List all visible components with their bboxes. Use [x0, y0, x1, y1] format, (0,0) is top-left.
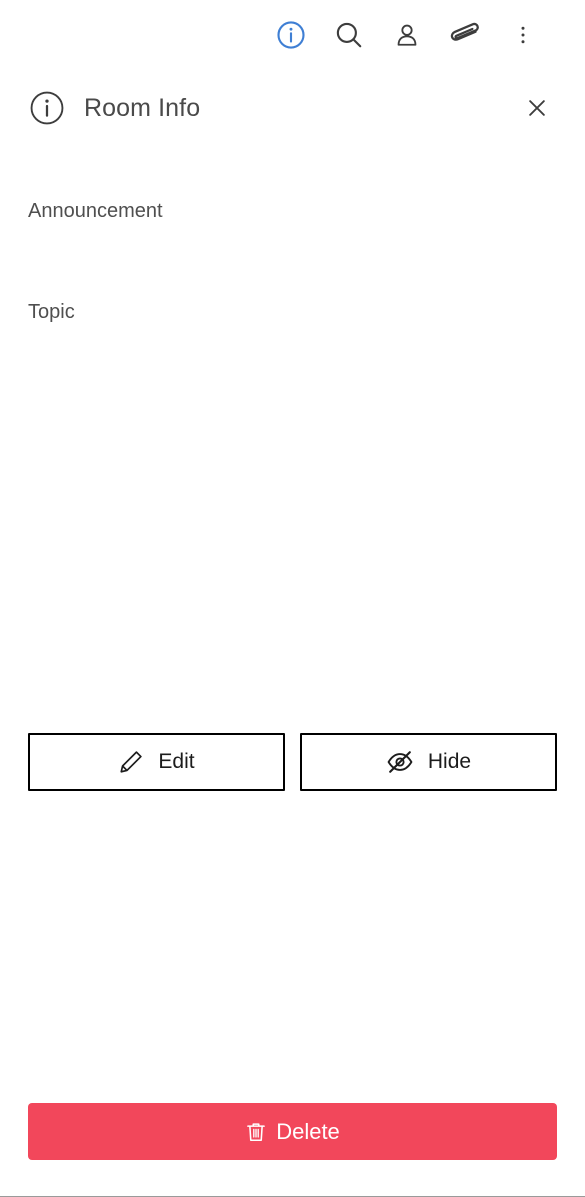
- toolbar-item-room-info[interactable]: [269, 13, 313, 57]
- delete-button[interactable]: Delete: [28, 1103, 557, 1160]
- field-label: Announcement: [28, 200, 163, 222]
- field-label: Topic: [28, 301, 75, 323]
- info-circle-icon: [276, 20, 306, 50]
- trash-icon: [245, 1121, 267, 1143]
- pencil-icon: [118, 749, 144, 775]
- toolbar-item-search[interactable]: [327, 13, 371, 57]
- paperclip-icon: [449, 19, 481, 51]
- field-value: [28, 332, 557, 354]
- toolbar-item-attachments[interactable]: [443, 13, 487, 57]
- person-icon: [394, 22, 420, 48]
- search-icon: [334, 20, 364, 50]
- page-title: Room Info: [84, 93, 201, 122]
- hide-button[interactable]: Hide: [300, 733, 557, 791]
- panel-toolbar: [0, 0, 585, 70]
- delete-button-label: Delete: [276, 1118, 340, 1144]
- delete-button-wrap: Delete: [28, 1103, 557, 1160]
- kebab-menu-icon: [511, 23, 535, 47]
- toolbar-item-more-options[interactable]: [501, 13, 545, 57]
- field-topic: Topic: [28, 253, 557, 354]
- hide-button-label: Hide: [427, 750, 472, 773]
- action-buttons-row: Edit Hide: [28, 733, 557, 791]
- edit-button[interactable]: Edit: [28, 733, 285, 791]
- field-announcement: Announcement: [28, 200, 557, 253]
- close-icon[interactable]: [519, 90, 555, 126]
- edit-button-label: Edit: [158, 750, 195, 773]
- room-info-panel: Room Info Announcement Topic Edit Hide D…: [0, 0, 585, 1197]
- room-info-header: Room Info: [0, 70, 585, 146]
- room-info-fields: Announcement Topic: [0, 146, 585, 354]
- fields-spacer: [28, 146, 557, 200]
- field-value: [28, 231, 557, 253]
- toolbar-item-members[interactable]: [385, 13, 429, 57]
- info-circle-icon: [28, 89, 66, 127]
- eye-slash-icon: [386, 748, 414, 776]
